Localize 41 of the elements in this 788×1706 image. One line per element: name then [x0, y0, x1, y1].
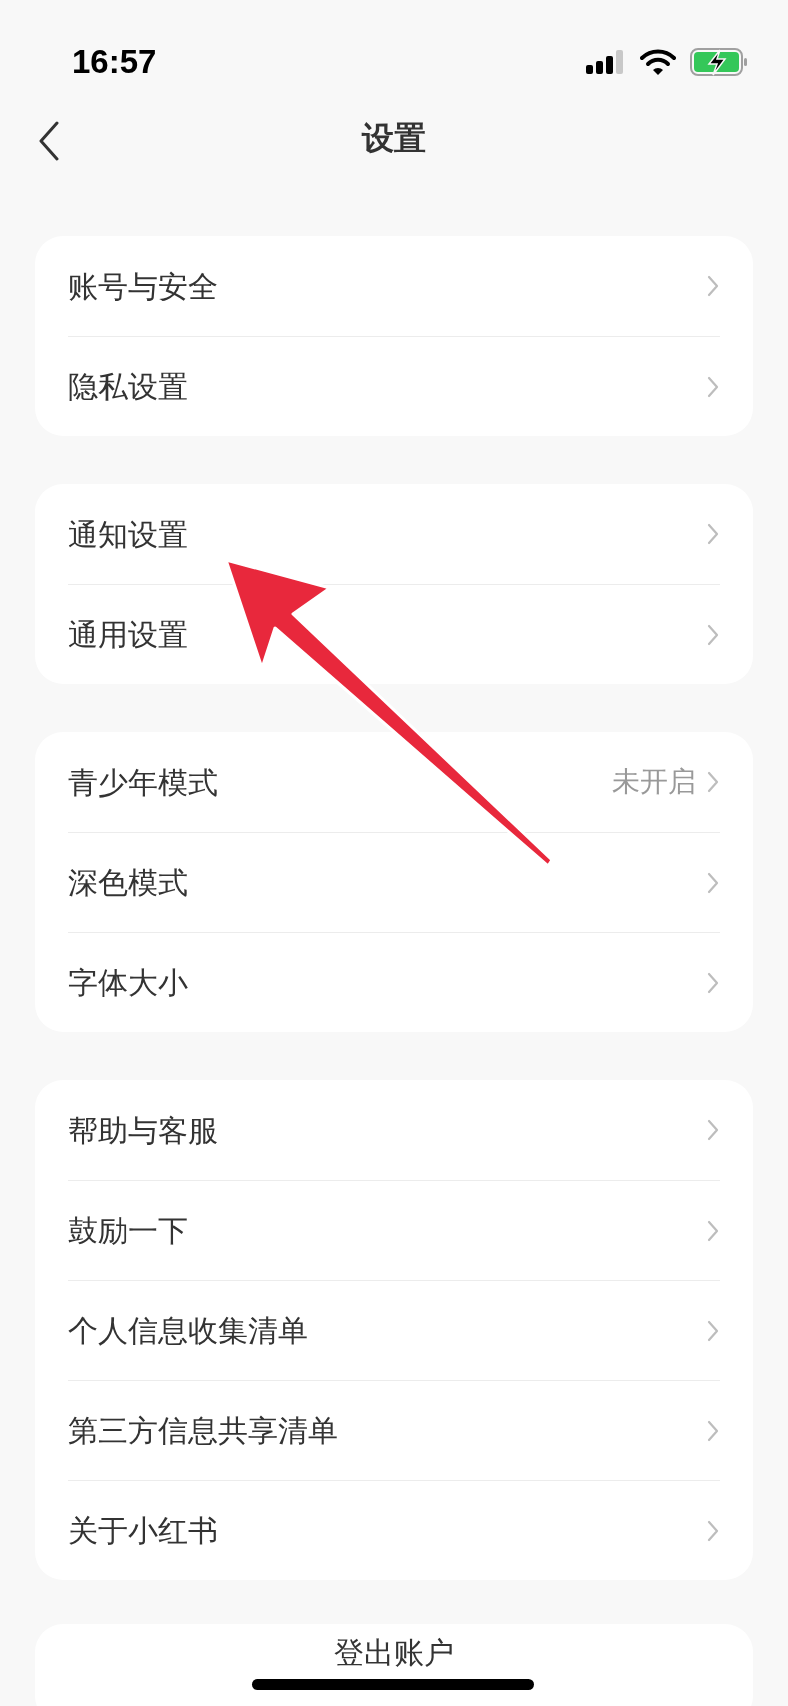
chevron-right-icon — [706, 522, 720, 546]
row-label: 个人信息收集清单 — [68, 1313, 308, 1349]
battery-charging-icon — [690, 48, 748, 76]
settings-row[interactable]: 通知设置 — [68, 484, 720, 584]
row-value: 未开启 — [612, 765, 696, 799]
row-label: 关于小红书 — [68, 1513, 218, 1549]
chevron-right-icon — [706, 1418, 720, 1443]
settings-row[interactable]: 青少年模式 未开启 — [68, 732, 720, 832]
row-label: 隐私设置 — [68, 369, 188, 405]
settings-row[interactable]: 字体大小 — [68, 932, 720, 1032]
row-label: 深色模式 — [68, 865, 188, 901]
chevron-right-icon — [706, 870, 720, 895]
chevron-right-icon — [706, 622, 720, 647]
status-time: 16:57 — [72, 42, 157, 83]
settings-row[interactable]: 个人信息收集清单 — [68, 1280, 720, 1380]
settings-row[interactable]: 关于小红书 — [68, 1480, 720, 1580]
chevron-right-icon — [706, 770, 720, 794]
signal-icon — [586, 50, 626, 74]
row-label: 通知设置 — [68, 516, 188, 553]
row-label: 通用设置 — [68, 617, 188, 653]
chevron-right-icon — [706, 1118, 720, 1142]
chevron-right-icon — [706, 274, 720, 298]
logout-button[interactable]: 登出账户 — [35, 1624, 753, 1706]
chevron-right-icon — [706, 970, 720, 995]
settings-row[interactable]: 第三方信息共享清单 — [68, 1380, 720, 1480]
chevron-right-icon — [706, 1218, 720, 1243]
chevron-right-icon — [706, 1318, 720, 1343]
row-label: 字体大小 — [68, 965, 188, 1001]
wifi-icon — [640, 49, 676, 75]
row-label: 账号与安全 — [68, 268, 218, 305]
settings-row[interactable]: 帮助与客服 — [68, 1080, 720, 1180]
row-label: 青少年模式 — [68, 764, 218, 801]
settings-row[interactable]: 鼓励一下 — [68, 1180, 720, 1280]
settings-row[interactable]: 账号与安全 — [68, 236, 720, 336]
row-label: 帮助与客服 — [68, 1112, 218, 1149]
page-title: 设置 — [362, 119, 426, 158]
chevron-right-icon — [706, 374, 720, 399]
chevron-right-icon — [706, 1518, 720, 1543]
row-label: 鼓励一下 — [68, 1213, 188, 1249]
settings-row[interactable]: 隐私设置 — [68, 336, 720, 436]
row-label: 第三方信息共享清单 — [68, 1413, 338, 1449]
